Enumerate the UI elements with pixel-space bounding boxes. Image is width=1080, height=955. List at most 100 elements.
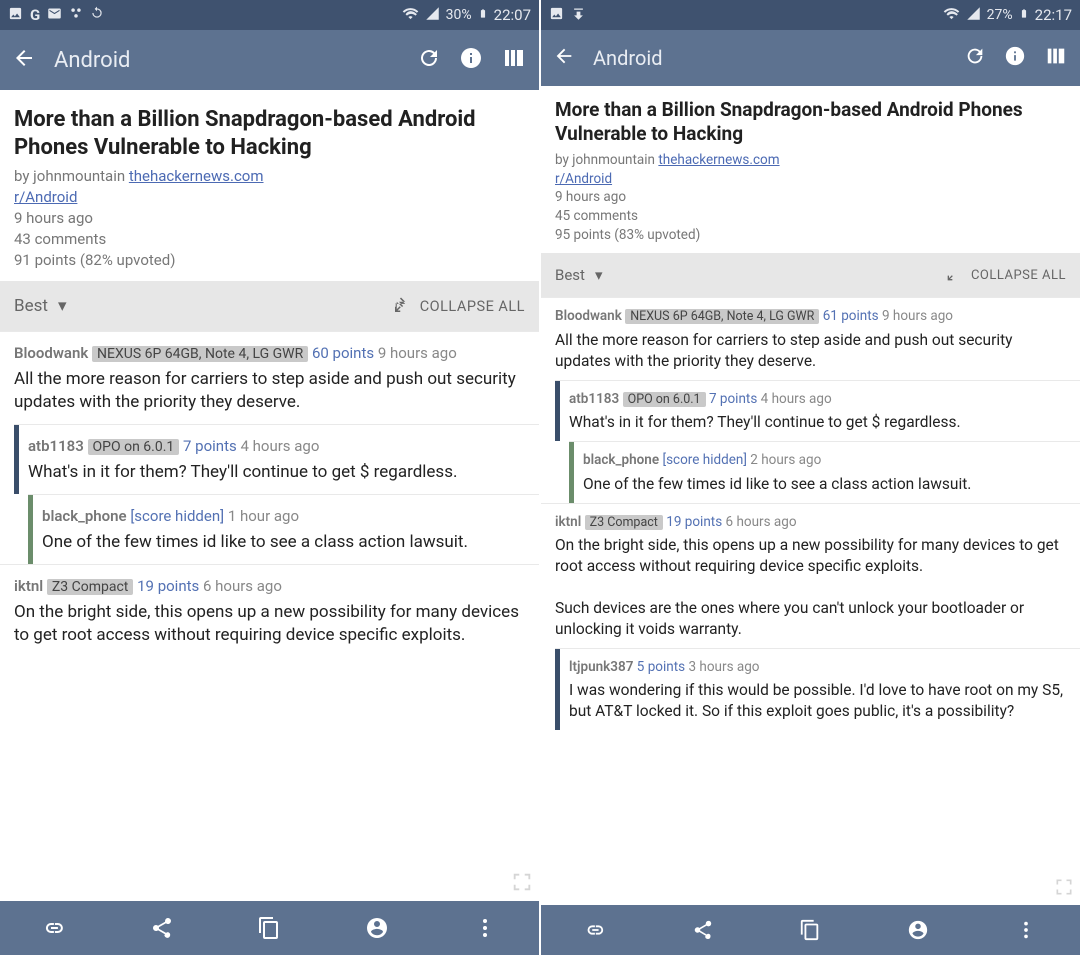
comment-author[interactable]: atb1183 — [28, 437, 84, 455]
comment[interactable]: black_phone [score hidden] 2 hours agoOn… — [569, 441, 1080, 502]
comment-author[interactable]: Bloodwank — [14, 344, 88, 362]
appbar-title[interactable]: Android — [54, 48, 399, 73]
comment-header: atb1183 OPO on 6.0.1 7 points 4 hours ag… — [569, 389, 1068, 410]
copy-button[interactable] — [216, 901, 324, 955]
share-button[interactable] — [649, 905, 757, 955]
comment-age: 9 hours ago — [882, 308, 953, 324]
comment-body: All the more reason for carriers to step… — [14, 368, 527, 414]
more-button[interactable] — [431, 901, 539, 955]
comment[interactable]: Bloodwank NEXUS 6P 64GB, Note 4, LG GWR … — [0, 331, 539, 424]
comment[interactable]: iktnl Z3 Compact 19 points 6 hours agoOn… — [541, 503, 1080, 648]
comments-list[interactable]: Bloodwank NEXUS 6P 64GB, Note 4, LG GWR … — [0, 331, 539, 901]
comment[interactable]: black_phone [score hidden] 1 hour agoOne… — [28, 494, 539, 563]
by-prefix: by — [14, 167, 33, 185]
comment[interactable]: atb1183 OPO on 6.0.1 7 points 4 hours ag… — [555, 380, 1080, 442]
wifi-icon — [943, 5, 960, 26]
back-button[interactable] — [553, 45, 575, 71]
profile-button[interactable] — [864, 905, 972, 955]
share-button[interactable] — [108, 901, 216, 955]
comment-points: 61 points — [823, 308, 879, 324]
post-meta: by johnmountain thehackernews.com r/Andr… — [14, 166, 525, 271]
copy-button[interactable] — [757, 905, 865, 955]
comment-body: What's in it for them? They'll continue … — [569, 412, 1068, 433]
comment-body: On the bright side, this opens up a new … — [555, 535, 1068, 640]
info-button[interactable] — [1004, 45, 1026, 71]
expand-icon[interactable] — [511, 871, 533, 897]
download-icon — [571, 6, 586, 25]
collapse-all-button[interactable]: COLLAPSE ALL — [945, 267, 1066, 283]
battery-text: 27% — [987, 7, 1013, 23]
expand-icon[interactable] — [1054, 877, 1074, 901]
post-points: 91 points (82% upvoted) — [14, 251, 175, 269]
post-author[interactable]: johnmountain — [33, 167, 125, 185]
sort-bar: Best ▾ COLLAPSE ALL — [541, 253, 1080, 297]
post-header[interactable]: More than a Billion Snapdragon-based And… — [541, 86, 1080, 253]
comment[interactable]: ltjpunk387 5 points 3 hours ago I was won… — [555, 648, 1080, 730]
post-source-link[interactable]: thehackernews.com — [129, 167, 264, 185]
comment-body: I was wondering if this would be possibl… — [569, 680, 1068, 722]
post-meta: by johnmountain thehackernews.com r/Andr… — [555, 151, 1066, 245]
info-button[interactable] — [459, 46, 483, 74]
thread-bar — [28, 495, 33, 563]
chevron-down-icon: ▾ — [58, 296, 67, 316]
comment[interactable]: atb1183 OPO on 6.0.1 7 points 4 hours ag… — [14, 424, 539, 494]
comment-body: On the bright side, this opens up a new … — [14, 601, 527, 647]
refresh-button[interactable] — [417, 46, 441, 74]
more-button[interactable] — [972, 905, 1080, 955]
score-hidden: [score hidden] — [662, 452, 746, 468]
comment-points: 60 points — [312, 344, 374, 362]
screenshot-icon — [8, 6, 23, 25]
comment-header: ltjpunk387 5 points 3 hours ago — [569, 657, 1068, 677]
comment-age: 2 hours ago — [750, 452, 821, 468]
post-subreddit-link[interactable]: r/Android — [14, 188, 77, 206]
sync-icon — [90, 6, 104, 24]
comment-author[interactable]: ltjpunk387 — [569, 659, 633, 675]
link-button[interactable] — [541, 905, 649, 955]
comment-header: Bloodwank NEXUS 6P 64GB, Note 4, LG GWR … — [555, 306, 1068, 327]
post-subreddit-link[interactable]: r/Android — [555, 171, 612, 187]
comment-author[interactable]: atb1183 — [569, 391, 619, 407]
comment[interactable]: Bloodwank NEXUS 6P 64GB, Note 4, LG GWR … — [541, 297, 1080, 380]
comment-author[interactable]: Bloodwank — [555, 308, 622, 324]
link-button[interactable] — [0, 901, 108, 955]
post-header[interactable]: More than a Billion Snapdragon-based And… — [0, 90, 539, 281]
status-bar: 27% 22:17 — [541, 0, 1080, 30]
content-area: More than a Billion Snapdragon-based And… — [541, 86, 1080, 905]
battery-icon — [478, 5, 488, 26]
comment-age: 6 hours ago — [203, 577, 282, 595]
comments-list[interactable]: Bloodwank NEXUS 6P 64GB, Note 4, LG GWR … — [541, 297, 1080, 905]
back-button[interactable] — [12, 46, 36, 74]
comment-author[interactable]: iktnl — [14, 577, 43, 595]
sidebar-button[interactable] — [501, 46, 527, 74]
wifi-icon — [402, 5, 419, 26]
comment-author[interactable]: black_phone — [583, 452, 659, 468]
comment-age: 4 hours ago — [761, 391, 832, 407]
sort-selector[interactable]: Best ▾ — [14, 296, 67, 316]
profile-button[interactable] — [323, 901, 431, 955]
clock-text: 22:07 — [494, 6, 531, 24]
comment-points: 19 points — [137, 577, 199, 595]
comment-age: 4 hours ago — [240, 437, 319, 455]
comment-header: Bloodwank NEXUS 6P 64GB, Note 4, LG GWR … — [14, 342, 527, 365]
comment-points: 7 points — [183, 437, 237, 455]
comment-author[interactable]: black_phone — [42, 507, 127, 525]
sort-label: Best — [14, 296, 48, 316]
post-source-link[interactable]: thehackernews.com — [658, 152, 779, 168]
comment-header: iktnl Z3 Compact 19 points 6 hours ago — [555, 512, 1068, 533]
comment-points: 7 points — [709, 391, 757, 407]
comment-author[interactable]: iktnl — [555, 514, 581, 530]
signal-icon — [966, 6, 981, 25]
appbar-title[interactable]: Android — [593, 46, 946, 70]
comment-age: 3 hours ago — [688, 659, 759, 675]
signal-icon — [425, 6, 440, 25]
comment-body: What's in it for them? They'll continue … — [28, 461, 527, 484]
thread-bar — [555, 649, 560, 730]
comment[interactable]: iktnl Z3 Compact 19 points 6 hours agoOn… — [0, 564, 539, 657]
sidebar-button[interactable] — [1044, 45, 1068, 71]
post-points: 95 points (83% upvoted) — [555, 227, 700, 243]
post-author[interactable]: johnmountain — [572, 152, 655, 168]
collapse-all-button[interactable]: COLLAPSE ALL — [392, 297, 525, 315]
sort-selector[interactable]: Best ▾ — [555, 266, 602, 284]
thread-bar — [569, 442, 574, 502]
refresh-button[interactable] — [964, 45, 986, 71]
